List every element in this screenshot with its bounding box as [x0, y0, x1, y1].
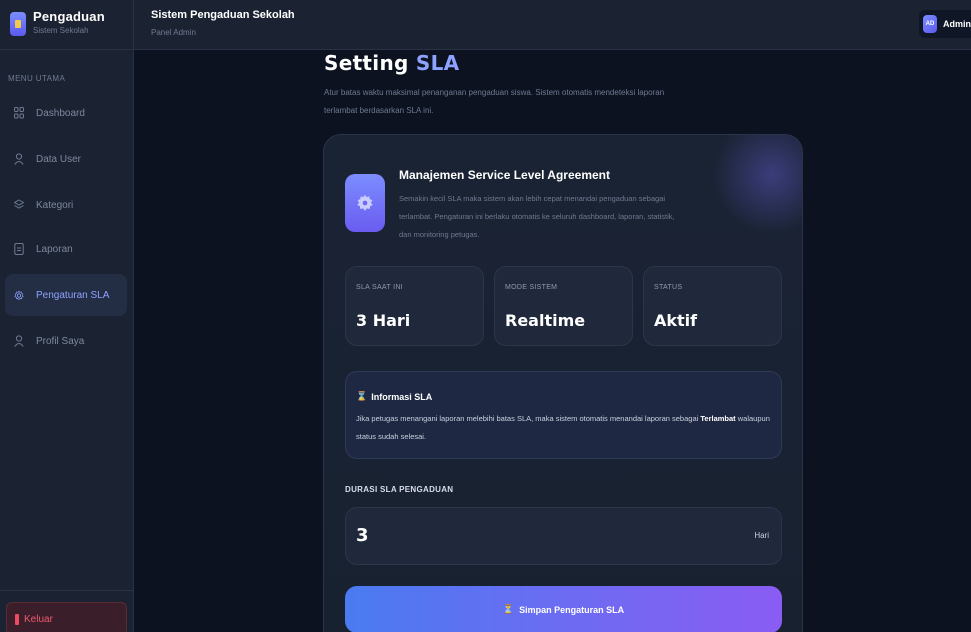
app-subtitle: Panel Admin: [151, 28, 196, 37]
page-title-part: Setting: [324, 51, 416, 75]
sidebar-item-label: Kategori: [36, 199, 74, 211]
info-text-bold: Terlambat: [700, 414, 736, 423]
stat-system-mode: MODE SISTEM Realtime: [494, 266, 633, 346]
stat-value: Aktif: [654, 311, 698, 330]
document-icon: [14, 243, 24, 255]
logout-label: Keluar: [24, 613, 53, 625]
layers-icon: [14, 199, 24, 211]
stat-label: SLA SAAT INI: [356, 284, 403, 291]
sla-duration-field[interactable]: Hari: [345, 507, 782, 565]
hourglass-icon: ⌛: [356, 391, 368, 401]
sla-info-box: ⌛ Informasi SLA Jika petugas menangani l…: [345, 371, 782, 459]
sidebar-item-label: Pengaturan SLA: [36, 289, 110, 301]
sidebar-item-label: Dashboard: [36, 107, 85, 119]
topbar: Sistem Pengaduan Sekolah Panel Admin AD …: [134, 0, 971, 50]
sla-duration-unit: Hari: [754, 531, 769, 540]
user-icon: [14, 153, 24, 165]
sidebar-item-dashboard[interactable]: Dashboard: [5, 92, 127, 134]
avatar: AD: [923, 15, 937, 33]
sidebar-item-label: Profil Saya: [36, 335, 85, 347]
user-name: Admin: [943, 19, 971, 29]
stat-status: STATUS Aktif: [643, 266, 782, 346]
sla-settings-card: Manajemen Service Level Agreement Semaki…: [323, 134, 803, 632]
brand-logo-icon: [10, 12, 26, 36]
page-title: Setting SLA: [324, 51, 459, 75]
sla-duration-input[interactable]: [356, 525, 656, 546]
stat-label: STATUS: [654, 284, 683, 291]
logout-icon: [15, 613, 19, 625]
sidebar-item-kategori[interactable]: Kategori: [5, 184, 127, 226]
stat-sla-current: SLA SAAT INI 3 Hari: [345, 266, 484, 346]
stat-label: MODE SISTEM: [505, 284, 558, 291]
save-sla-label: Simpan Pengaturan SLA: [519, 604, 625, 615]
card-description: Semakin kecil SLA maka sistem akan lebih…: [399, 194, 675, 239]
sidebar-item-pengaturan-sla[interactable]: Pengaturan SLA: [5, 274, 127, 316]
page-title-accent: SLA: [415, 51, 460, 75]
stat-value: 3 Hari: [356, 311, 411, 330]
user-menu-button[interactable]: AD Admin: [919, 10, 971, 38]
info-text-before: Jika petugas menangani laporan melebihi …: [356, 414, 701, 423]
grid-icon: [14, 107, 24, 119]
hourglass-icon: ⏳: [502, 604, 515, 614]
brand-subtitle: Sistem Sekolah: [33, 26, 89, 35]
stat-value: Realtime: [505, 311, 586, 330]
sidebar-item-data-user[interactable]: Data User: [5, 138, 127, 180]
settings-gear-icon: [345, 174, 385, 232]
card-title: Manajemen Service Level Agreement: [399, 168, 610, 182]
info-title-text: Informasi SLA: [371, 391, 433, 402]
sidebar-divider: [0, 590, 134, 591]
brand[interactable]: Pengaduan Sistem Sekolah: [0, 0, 134, 50]
sidebar: Pengaduan Sistem Sekolah MENU UTAMA Dash…: [0, 0, 134, 632]
logout-button[interactable]: Keluar: [6, 602, 127, 632]
sidebar-item-label: Laporan: [36, 243, 73, 255]
app-title: Sistem Pengaduan Sekolah: [151, 9, 295, 21]
save-sla-button[interactable]: ⏳ Simpan Pengaturan SLA: [345, 586, 782, 632]
info-text: Jika petugas menangani laporan melebihi …: [356, 410, 781, 446]
sidebar-item-laporan[interactable]: Laporan: [5, 228, 127, 270]
page-description: Atur batas waktu maksimal penanganan pen…: [324, 88, 665, 115]
sidebar-item-label: Data User: [36, 153, 82, 165]
user-icon: [14, 335, 24, 347]
main-content: Setting SLA Atur batas waktu maksimal pe…: [134, 51, 971, 632]
gear-icon: [14, 289, 24, 301]
info-title: ⌛ Informasi SLA: [356, 391, 432, 402]
sidebar-item-profil-saya[interactable]: Profil Saya: [5, 320, 127, 362]
card-glow: [712, 135, 802, 235]
sla-duration-label: DURASI SLA PENGADUAN: [345, 485, 454, 494]
menu-heading: MENU UTAMA: [8, 74, 66, 83]
brand-title: Pengaduan: [33, 9, 105, 24]
